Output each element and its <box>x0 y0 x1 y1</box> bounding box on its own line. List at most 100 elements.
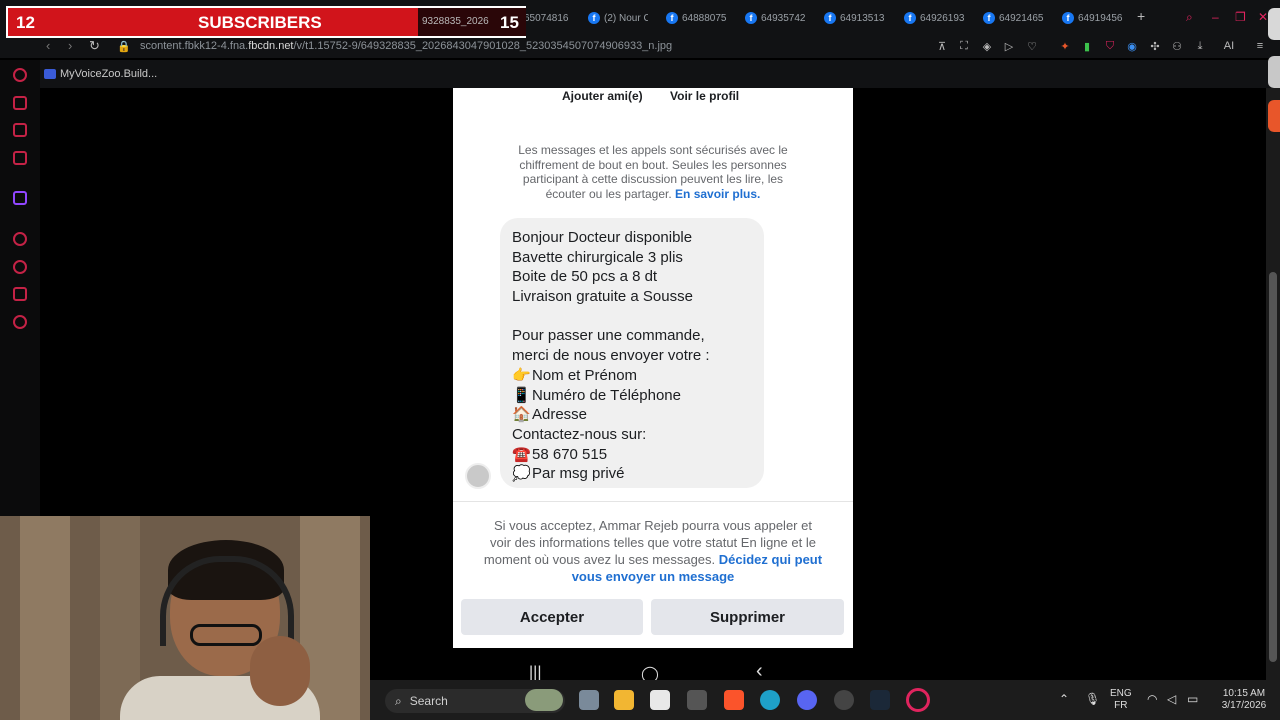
facebook-icon: f <box>1062 12 1074 24</box>
steam-icon[interactable] <box>870 690 890 710</box>
menu-icon[interactable]: ≡ <box>1254 40 1266 52</box>
play-icon[interactable]: ▷ <box>1003 40 1015 53</box>
close-window-icon[interactable]: ✕ <box>1258 10 1268 24</box>
shield-icon[interactable]: ◈ <box>981 40 993 53</box>
maximize-icon[interactable]: ❐ <box>1235 10 1246 24</box>
message-emoji: 📱 <box>512 386 531 404</box>
workspaces-icon[interactable] <box>13 96 27 110</box>
clock-time: 10:15 AM <box>1222 688 1266 699</box>
search-tabs-icon[interactable]: ⌕ <box>1186 10 1193 25</box>
app-icon[interactable] <box>687 690 707 710</box>
webcam-feed <box>0 516 370 720</box>
browser-tab[interactable]: f (2) Nour C <box>588 8 648 28</box>
microphone-icon[interactable]: 🎙 <box>1085 692 1100 706</box>
message-line: Pour passer une commande, <box>512 326 752 346</box>
facebook-icon: f <box>588 12 600 24</box>
accept-button[interactable]: Accepter <box>461 599 643 635</box>
view-profile-button[interactable]: Voir le profil <box>670 89 739 103</box>
browser-tab[interactable]: f 64935742 <box>745 8 805 28</box>
browser-tab[interactable]: f 64888075 <box>666 8 726 28</box>
scrollbar-thumb[interactable] <box>1269 272 1277 662</box>
avatar[interactable] <box>465 463 491 489</box>
divider <box>453 501 853 502</box>
bookmarks-bar <box>0 60 1280 88</box>
battery-icon[interactable]: ▭ <box>1187 692 1198 706</box>
discord-icon[interactable] <box>797 690 817 710</box>
aria-icon[interactable] <box>13 68 27 82</box>
extensions-icon[interactable]: ✣ <box>1149 40 1161 53</box>
profile-actions: Ajouter ami(e) Voir le profil <box>453 89 853 105</box>
task-view-icon[interactable] <box>579 690 599 710</box>
chevron-up-icon[interactable]: ⌃ <box>1059 692 1069 706</box>
opera-gx-icon[interactable] <box>906 688 930 712</box>
message-line <box>512 307 752 327</box>
message-text: Boite de 50 pcs a 8 dt <box>512 268 658 286</box>
browser-tab[interactable]: f 64921465 <box>983 8 1043 28</box>
message-line: Bonjour Docteur disponible <box>512 228 752 248</box>
message-line: Boite de 50 pcs a 8 dt <box>512 267 752 287</box>
browser-tab[interactable]: f 64919456 <box>1062 8 1122 28</box>
message-bubble: Bonjour Docteur disponible Bavette chirur… <box>500 218 764 488</box>
extension-icon[interactable]: ✦ <box>1059 40 1071 53</box>
message-line: Livraison gratuite a Sousse <box>512 287 752 307</box>
ai-button[interactable]: AI <box>1216 40 1242 52</box>
message-line: ☎️58 670 515 <box>512 445 752 465</box>
player-icon[interactable] <box>13 232 27 246</box>
learn-more-link[interactable]: En savoir plus. <box>675 187 760 201</box>
obs-icon[interactable] <box>834 690 854 710</box>
pin-icon[interactable]: ⊼ <box>936 40 948 53</box>
twitch-icon[interactable] <box>13 191 27 205</box>
wifi-icon[interactable]: ◠ <box>1147 692 1157 706</box>
store-icon[interactable] <box>650 690 670 710</box>
forward-icon[interactable]: › <box>68 38 72 53</box>
history-icon[interactable] <box>13 260 27 274</box>
message-text: Pour passer une commande, <box>512 327 705 345</box>
settings-icon[interactable] <box>13 315 27 329</box>
battery-extension-icon[interactable]: ▮ <box>1081 40 1093 53</box>
clock[interactable]: 10:15 AM 3/17/2026 <box>1214 688 1274 712</box>
file-explorer-icon[interactable] <box>614 690 634 710</box>
decide-link-2[interactable]: vous envoyer un message <box>463 568 843 585</box>
browser-tab[interactable]: f 64926193 <box>904 8 964 28</box>
reload-icon[interactable]: ↻ <box>89 38 100 54</box>
tab-label: 64921465 <box>999 12 1043 24</box>
consent-line: voir des informations telles que votre s… <box>490 535 816 550</box>
message-emoji: 👉 <box>512 366 531 384</box>
add-friend-button[interactable]: Ajouter ami(e) <box>562 89 643 103</box>
delete-button[interactable]: Supprimer <box>651 599 844 635</box>
message-line: 💭Par msg privé <box>512 464 752 484</box>
download-icon[interactable]: ⤓ <box>1194 40 1206 52</box>
extensions-sidebar-icon[interactable] <box>13 287 27 301</box>
profile-icon[interactable]: ⚇ <box>1171 40 1183 53</box>
message-emoji: 💭 <box>512 465 531 483</box>
glasses <box>190 624 262 646</box>
new-tab-button[interactable]: + <box>1137 8 1145 24</box>
brave-icon[interactable] <box>724 690 744 710</box>
tab-label: 64919456 <box>1078 12 1122 24</box>
vpn-icon[interactable]: ◉ <box>1126 40 1138 53</box>
back-icon[interactable]: ‹ <box>46 38 50 53</box>
url-field[interactable]: scontent.fbkk12-4.fna.fbcdn.net/v/t1.157… <box>140 40 672 52</box>
bookmark-item[interactable]: MyVoiceZoo.Build... <box>44 68 157 80</box>
minimize-icon[interactable]: – <box>1212 10 1219 24</box>
screen: f65074816f(2) Nour Cf64888075f64935742f6… <box>0 0 1280 720</box>
edge-icon[interactable] <box>760 690 780 710</box>
url-domain: fbcdn.net <box>248 40 294 52</box>
message-text: 58 670 515 <box>532 445 608 463</box>
widget-icon[interactable] <box>525 689 563 711</box>
consent-line3: moment où vous avez lu ses messages. <box>483 552 716 567</box>
messenger-icon[interactable] <box>13 151 27 165</box>
encryption-line: Les messages et les appels sont sécurisé… <box>518 143 788 157</box>
decide-link-1[interactable]: Décidez qui peut <box>719 552 822 567</box>
snapshot-icon[interactable]: ⛶ <box>958 40 970 52</box>
facebook-icon: f <box>824 12 836 24</box>
language-indicator[interactable]: ENG FR <box>1110 688 1132 712</box>
pinboard-icon[interactable] <box>13 123 27 137</box>
edge-panel-2 <box>1268 56 1280 88</box>
browser-tab[interactable]: f 64913513 <box>824 8 884 28</box>
tab-label: (2) Nour C <box>604 12 648 24</box>
heart-icon[interactable]: ♡ <box>1026 40 1038 53</box>
volume-icon[interactable]: ◁ <box>1167 692 1176 706</box>
ublock-icon[interactable]: ⛉ <box>1104 40 1116 52</box>
subscriber-goal-overlay: 12 SUBSCRIBERS 9328835_2026 15 <box>6 6 526 38</box>
